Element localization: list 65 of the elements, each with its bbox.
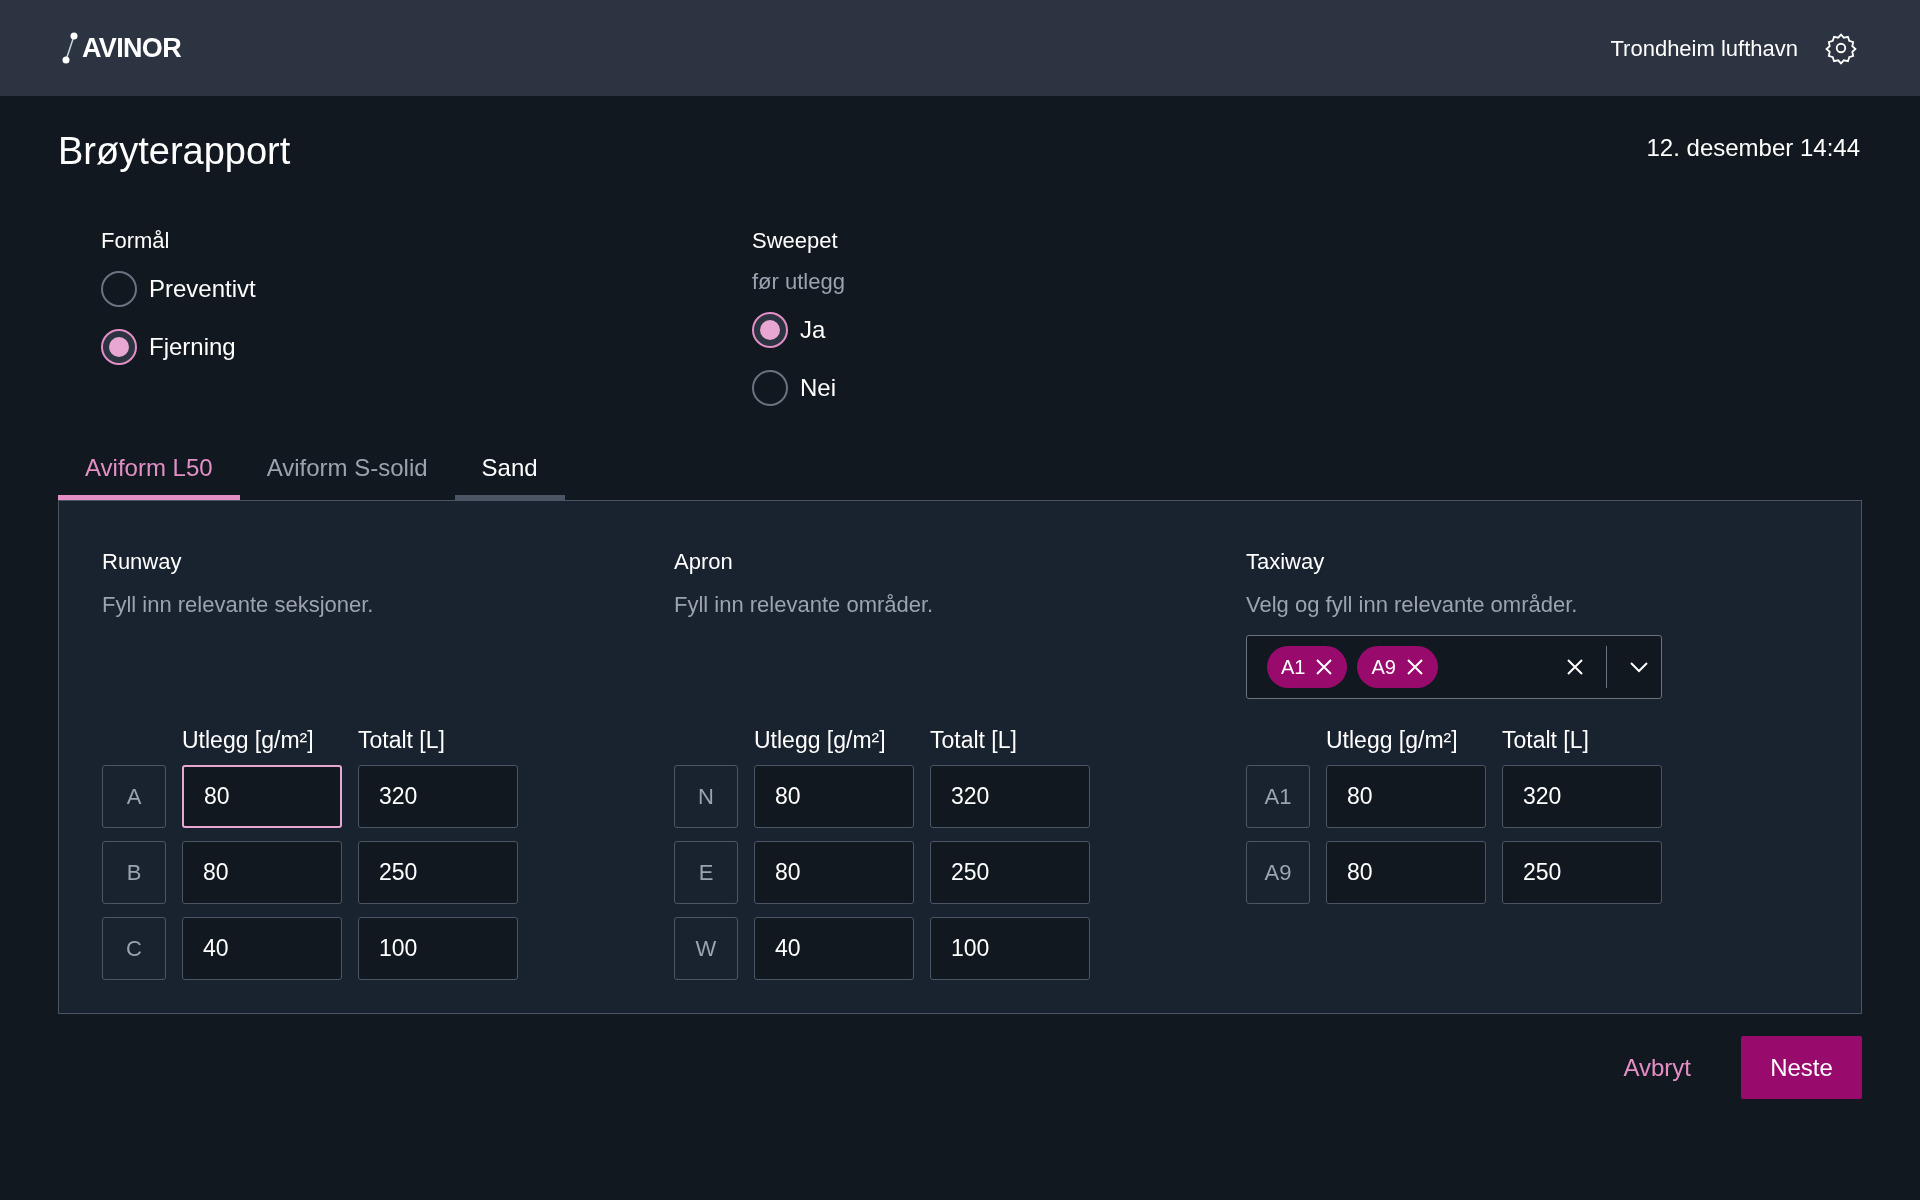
- column-header: Utlegg [g/m²]: [754, 726, 887, 753]
- radio-button[interactable]: [101, 271, 137, 307]
- input-field[interactable]: 320: [1502, 765, 1662, 828]
- input-field[interactable]: 40: [182, 917, 342, 980]
- group-hint: før utlegg: [752, 268, 846, 296]
- section-title: Runway: [102, 548, 183, 576]
- radio-button[interactable]: [101, 329, 137, 365]
- input-field[interactable]: 100: [358, 917, 518, 980]
- row-label: B: [102, 841, 166, 904]
- cancel-button[interactable]: Avbryt: [1621, 1049, 1693, 1086]
- input-field[interactable]: 80: [182, 841, 342, 904]
- radio-label: Nei: [800, 373, 836, 403]
- next-button[interactable]: Neste: [1741, 1036, 1862, 1099]
- input-field[interactable]: 80: [1326, 841, 1486, 904]
- column-header: Totalt [L]: [358, 726, 446, 753]
- radio-button[interactable]: [752, 312, 788, 348]
- input-field[interactable]: 100: [930, 917, 1090, 980]
- row-label: E: [674, 841, 738, 904]
- page-title: Brøyterapport: [58, 130, 291, 170]
- input-field[interactable]: 250: [1502, 841, 1662, 904]
- row-label: A9: [1246, 841, 1310, 904]
- chip-label: A9: [1371, 655, 1396, 680]
- logo-mark-icon: [62, 32, 78, 64]
- input-field[interactable]: 80: [754, 841, 914, 904]
- chip-label: A1: [1281, 655, 1306, 680]
- tag-chip[interactable]: A1: [1267, 646, 1348, 688]
- close-icon[interactable]: [1405, 658, 1424, 676]
- settings-icon[interactable]: [1824, 31, 1858, 65]
- input-field[interactable]: 80: [754, 765, 914, 828]
- group-label: Formål: [101, 227, 171, 255]
- date-time: 12. desember 14:44: [1646, 133, 1860, 163]
- section-description: Fyll inn relevante seksjoner.: [102, 591, 375, 619]
- multi-select[interactable]: A1 A9: [1246, 635, 1662, 699]
- group-label: Sweepet: [752, 227, 839, 255]
- row-label: W: [674, 917, 738, 980]
- input-field[interactable]: 40: [754, 917, 914, 980]
- section-title: Taxiway: [1246, 548, 1326, 576]
- input-field[interactable]: 250: [358, 841, 518, 904]
- column-header: Totalt [L]: [1502, 726, 1590, 753]
- row-label: A1: [1246, 765, 1310, 828]
- radio-label: Preventivt: [149, 274, 256, 304]
- input-field[interactable]: 320: [930, 765, 1090, 828]
- row-label: N: [674, 765, 738, 828]
- close-icon[interactable]: [1315, 658, 1334, 676]
- location-label: Trondheim lufthavn: [1610, 34, 1798, 63]
- section-description: Fyll inn relevante områder.: [674, 591, 935, 619]
- row-label: C: [102, 917, 166, 980]
- input-field[interactable]: 80: [1326, 765, 1486, 828]
- radio-button[interactable]: [752, 370, 788, 406]
- row-label: A: [102, 765, 166, 828]
- column-header: Totalt [L]: [930, 726, 1018, 753]
- input-field[interactable]: 250: [930, 841, 1090, 904]
- tab[interactable]: Aviform S-solid: [239, 448, 455, 500]
- input-field[interactable]: 80: [182, 765, 342, 828]
- column-header: Utlegg [g/m²]: [182, 726, 315, 753]
- radio-label: Ja: [800, 315, 826, 345]
- radio-label: Fjerning: [149, 332, 236, 362]
- clear-icon[interactable]: [1566, 658, 1584, 676]
- chevron-down-icon[interactable]: [1629, 661, 1649, 673]
- column-header: Utlegg [g/m²]: [1326, 726, 1459, 753]
- section-title: Apron: [674, 548, 734, 576]
- logo-text: AVINOR: [82, 31, 181, 65]
- section-description: Velg og fyll inn relevante områder.: [1246, 591, 1579, 619]
- tag-chip[interactable]: A9: [1357, 646, 1438, 688]
- input-field[interactable]: 320: [358, 765, 518, 828]
